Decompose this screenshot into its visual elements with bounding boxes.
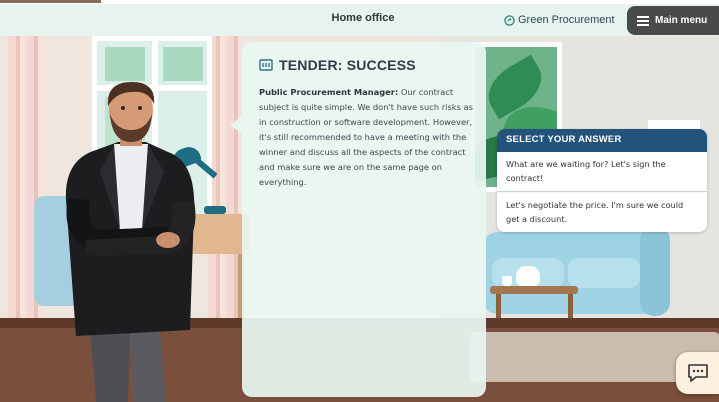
answer-option-1[interactable]: What are we waiting for? Let's sign the … [497,152,707,192]
recycle-leaf-icon [504,14,515,26]
dialogue-panel: TENDER: SUCCESS Public Procurement Manag… [242,42,486,397]
main-menu-label: Main menu [655,15,708,26]
brand-name: Green Procurement [518,14,615,26]
document-icon [259,59,273,71]
teapot [516,266,540,286]
speech-pointer [230,116,242,134]
answer-option-2[interactable]: Let's negotiate the price. I'm sure we c… [497,193,707,232]
answer-heading: SELECT YOUR ANSWER [497,129,707,152]
hamburger-icon [637,15,649,26]
chat-button[interactable] [676,352,719,394]
chat-bubble-icon [687,364,708,382]
coffee-table [490,286,578,294]
dialogue-header: TENDER: SUCCESS [259,57,416,73]
manager-character [65,82,196,402]
dialogue-title: TENDER: SUCCESS [279,57,416,73]
page-title: Home office [331,12,395,24]
progress-bar [0,0,101,3]
dialogue-body: Our contract subject is quite simple. We… [259,87,473,187]
main-menu-button[interactable]: Main menu [627,6,719,35]
answer-selector: SELECT YOUR ANSWER What are we waiting f… [497,129,707,232]
curtain-right [208,36,240,326]
brand-logo: Green Procurement [504,14,615,26]
speaker-name: Public Procurement Manager: [259,87,399,97]
dialogue-text: Public Procurement Manager: Our contract… [259,85,473,190]
